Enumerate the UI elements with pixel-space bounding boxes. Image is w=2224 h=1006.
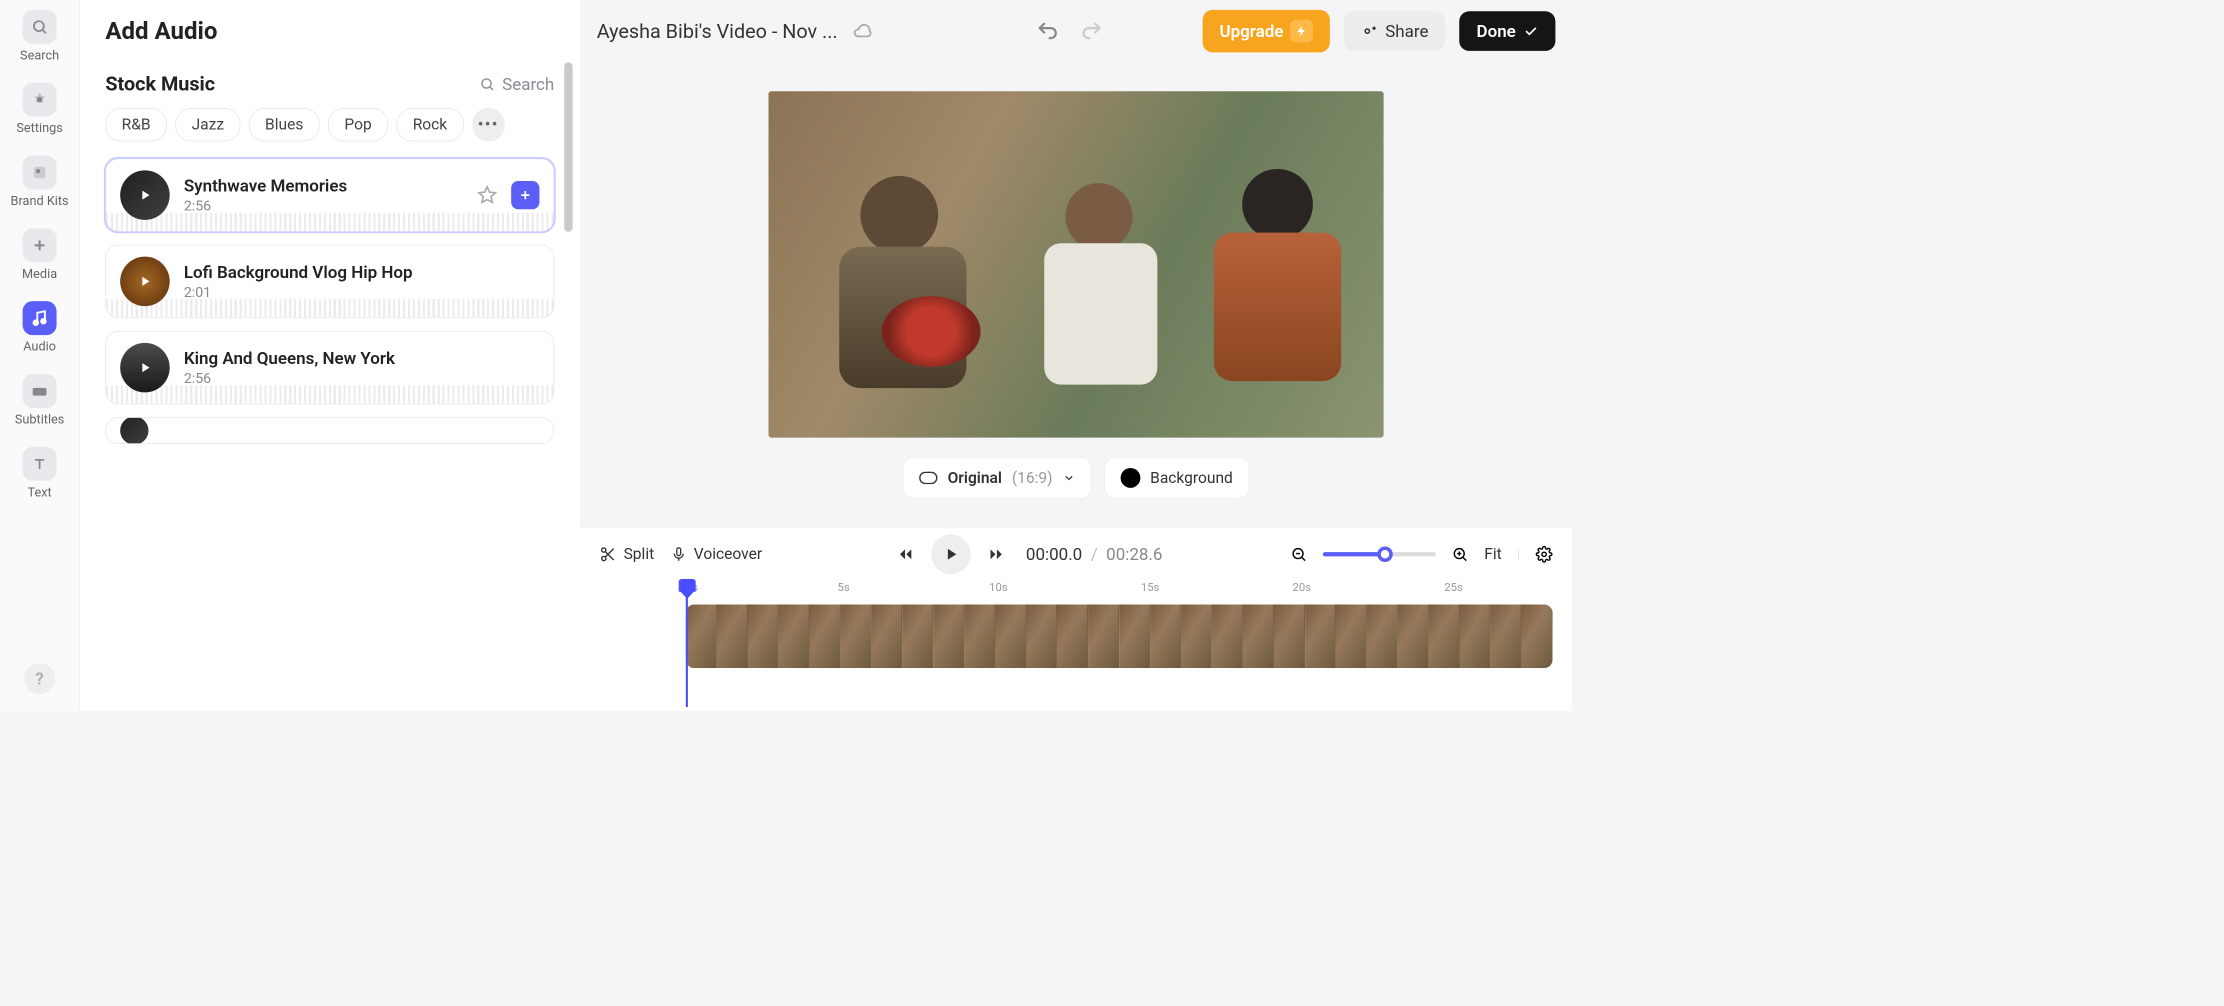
settings-icon: [23, 83, 57, 117]
play-button[interactable]: [931, 534, 971, 574]
upgrade-button[interactable]: Upgrade: [1202, 10, 1330, 52]
track-name: King And Queens, New York: [184, 349, 540, 369]
audio-icon: [23, 301, 57, 335]
zoom-out-button[interactable]: [1291, 546, 1308, 563]
star-icon: [477, 185, 497, 205]
rewind-icon: [897, 546, 914, 563]
chevron-down-icon: [1062, 472, 1075, 485]
section-title: Stock Music: [105, 72, 215, 95]
chip-rnb[interactable]: R&B: [105, 108, 166, 141]
playhead[interactable]: [686, 580, 688, 707]
track-play-button[interactable]: [120, 170, 169, 219]
search-icon: [480, 76, 496, 92]
rewind-button[interactable]: [890, 539, 921, 570]
genre-chips: R&B Jazz Blues Pop Rock •••: [105, 108, 554, 141]
zoom-in-icon: [1452, 546, 1469, 563]
scrollbar[interactable]: [564, 62, 572, 232]
nav-settings[interactable]: Settings: [16, 83, 62, 136]
subtitles-icon: [23, 374, 57, 408]
split-button[interactable]: Split: [600, 545, 655, 563]
chip-rock[interactable]: Rock: [396, 108, 463, 141]
done-button[interactable]: Done: [1460, 11, 1556, 51]
play-icon: [137, 274, 153, 290]
video-title[interactable]: Ayesha Bibi's Video - Nov ...: [597, 19, 838, 42]
timeline-track-area[interactable]: [686, 604, 1553, 699]
cloud-sync-icon[interactable]: [852, 21, 873, 42]
timeline: Split Voiceover 00:00.0/00:28.6: [580, 527, 1573, 711]
search-music-button[interactable]: Search: [480, 74, 555, 94]
add-track-button[interactable]: [511, 181, 539, 209]
text-icon: [23, 447, 57, 481]
audio-panel: Add Audio Stock Music Search R&B Jazz Bl…: [80, 0, 580, 711]
scissors-icon: [600, 546, 617, 563]
chip-blues[interactable]: Blues: [249, 108, 320, 141]
preview-area: Original (16:9) Background: [580, 62, 1573, 527]
share-button[interactable]: Share: [1344, 11, 1445, 51]
mic-icon: [671, 547, 687, 563]
favorite-button[interactable]: [473, 181, 501, 209]
nav-brandkits[interactable]: Brand Kits: [11, 156, 69, 209]
help-button[interactable]: ?: [24, 663, 55, 694]
chip-pop[interactable]: Pop: [328, 108, 388, 141]
video-preview[interactable]: [769, 91, 1384, 437]
nav-search[interactable]: Search: [20, 10, 59, 63]
nav-subtitles[interactable]: Subtitles: [15, 374, 65, 427]
track-duration: 2:56: [184, 370, 540, 387]
nav-audio[interactable]: Audio: [23, 301, 57, 354]
nav-media[interactable]: Media: [22, 228, 57, 281]
play-icon: [137, 360, 153, 376]
voiceover-button[interactable]: Voiceover: [671, 545, 762, 563]
waveform: [106, 213, 554, 231]
undo-button[interactable]: [1036, 19, 1060, 43]
track-name: Synthwave Memories: [184, 176, 459, 196]
zoom-in-button[interactable]: [1452, 546, 1469, 563]
nav-label: Search: [20, 48, 59, 63]
forward-icon: [988, 546, 1005, 563]
track-duration: 2:01: [184, 284, 540, 301]
share-icon: [1361, 23, 1378, 40]
track-item[interactable]: [105, 417, 554, 444]
plus-icon: [518, 188, 532, 202]
gear-icon: [1536, 546, 1553, 563]
play-icon: [137, 187, 153, 203]
track-item[interactable]: King And Queens, New York 2:56: [105, 331, 554, 405]
nav-text[interactable]: Text: [23, 447, 57, 500]
aspect-icon: [919, 472, 937, 485]
redo-button[interactable]: [1079, 19, 1103, 43]
timeline-settings-button[interactable]: [1536, 546, 1553, 563]
forward-button[interactable]: [981, 539, 1012, 570]
left-nav: Search Settings Brand Kits Media Audio S…: [0, 0, 80, 711]
plus-icon: [23, 228, 57, 262]
search-icon: [23, 10, 57, 44]
play-icon: [942, 545, 960, 563]
video-clip[interactable]: [686, 604, 1553, 668]
timecode: 00:00.0/00:28.6: [1026, 544, 1163, 564]
track-list: Synthwave Memories 2:56 Lofi Background …: [105, 158, 554, 444]
timeline-ruler[interactable]: 0s 5s 10s 15s 20s 25s: [686, 580, 1553, 601]
chip-jazz[interactable]: Jazz: [175, 108, 240, 141]
bolt-icon: [1290, 20, 1313, 43]
track-play-button[interactable]: [120, 343, 169, 392]
track-item[interactable]: Lofi Background Vlog Hip Hop 2:01: [105, 245, 554, 319]
zoom-slider[interactable]: [1323, 552, 1436, 556]
color-swatch: [1120, 468, 1140, 488]
track-play-button[interactable]: [120, 257, 169, 306]
zoom-out-icon: [1291, 546, 1308, 563]
track-item[interactable]: Synthwave Memories 2:56: [105, 158, 554, 232]
waveform: [106, 299, 554, 317]
brandkits-icon: [23, 156, 57, 190]
track-play-button[interactable]: [120, 417, 148, 444]
main-area: Ayesha Bibi's Video - Nov ... Upgrade Sh…: [580, 0, 1573, 711]
chip-more[interactable]: •••: [472, 108, 505, 141]
topbar: Ayesha Bibi's Video - Nov ... Upgrade Sh…: [580, 0, 1573, 62]
waveform: [106, 385, 554, 403]
aspect-ratio-selector[interactable]: Original (16:9): [903, 457, 1091, 498]
track-duration: 2:56: [184, 197, 459, 214]
background-selector[interactable]: Background: [1104, 457, 1249, 498]
track-name: Lofi Background Vlog Hip Hop: [184, 262, 540, 282]
check-icon: [1523, 23, 1539, 39]
panel-title: Add Audio: [105, 17, 554, 45]
fit-button[interactable]: Fit: [1484, 545, 1501, 563]
